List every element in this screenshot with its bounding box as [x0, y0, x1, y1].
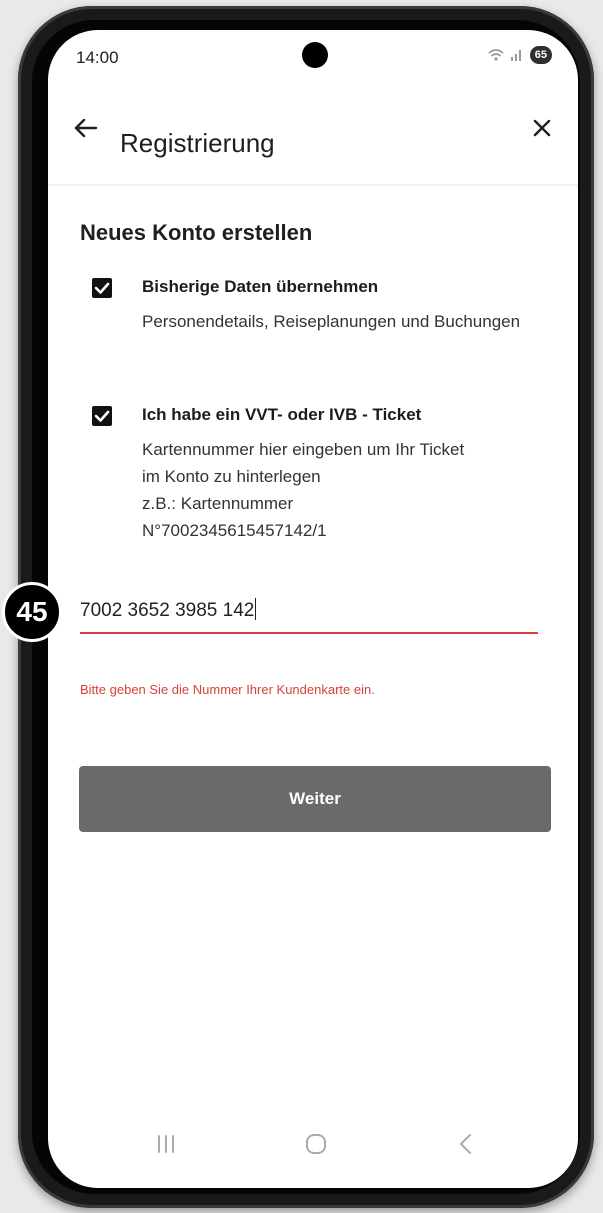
status-bar: 14:00 65	[48, 30, 578, 90]
checkmark-icon	[94, 410, 110, 422]
option-title: Bisherige Daten übernehmen	[142, 277, 379, 296]
nav-back-icon[interactable]	[446, 1124, 486, 1164]
checkmark-icon	[94, 282, 110, 294]
card-number-value: 7002 3652 3985 142	[80, 600, 255, 621]
card-number-value-wrap: 7002 3652 3985 142	[80, 598, 257, 622]
back-arrow-icon[interactable]	[70, 112, 102, 144]
card-number-input[interactable]: 7002 3652 3985 142	[80, 588, 538, 634]
option-text: Bisherige Daten übernehmen Personendetai…	[142, 276, 562, 335]
home-icon[interactable]	[296, 1124, 336, 1164]
screen: 14:00 65 Registrierung Neues Konto erste…	[48, 30, 578, 1188]
system-nav-bar	[48, 1104, 578, 1188]
option-description-line: Kartennummer hier eingeben um Ihr Ticket	[142, 440, 465, 459]
front-camera	[302, 42, 328, 68]
status-icons: 65	[488, 46, 552, 64]
app-bar: Registrierung	[48, 90, 578, 185]
close-icon[interactable]	[526, 112, 558, 144]
transfer-data-checkbox[interactable]	[92, 278, 112, 298]
option-description-line: N°7002345615457142/1	[142, 521, 327, 540]
wifi-icon	[488, 49, 504, 61]
option-description-line: z.B.: Kartennummer	[142, 494, 294, 513]
form-heading: Neues Konto erstellen	[80, 220, 313, 245]
page-title: Registrierung	[120, 128, 275, 158]
ticket-checkbox[interactable]	[92, 406, 112, 426]
weiter-button[interactable]: Weiter	[79, 766, 551, 832]
battery-indicator: 65	[529, 46, 552, 64]
recents-icon[interactable]	[146, 1124, 186, 1164]
signal-icon	[510, 50, 521, 61]
step-number-badge: 45	[2, 582, 62, 642]
text-caret	[255, 598, 257, 620]
status-time: 14:00	[76, 48, 119, 67]
error-message: Bitte geben Sie die Nummer Ihrer Kundenk…	[80, 682, 375, 697]
option-description: Personendetails, Reiseplanungen und Buch…	[142, 312, 521, 331]
option-description-line: im Konto zu hinterlegen	[142, 467, 321, 486]
option-text: Ich habe ein VVT- oder IVB - Ticket Kart…	[142, 404, 562, 544]
option-title: Ich habe ein VVT- oder IVB - Ticket	[142, 405, 422, 424]
